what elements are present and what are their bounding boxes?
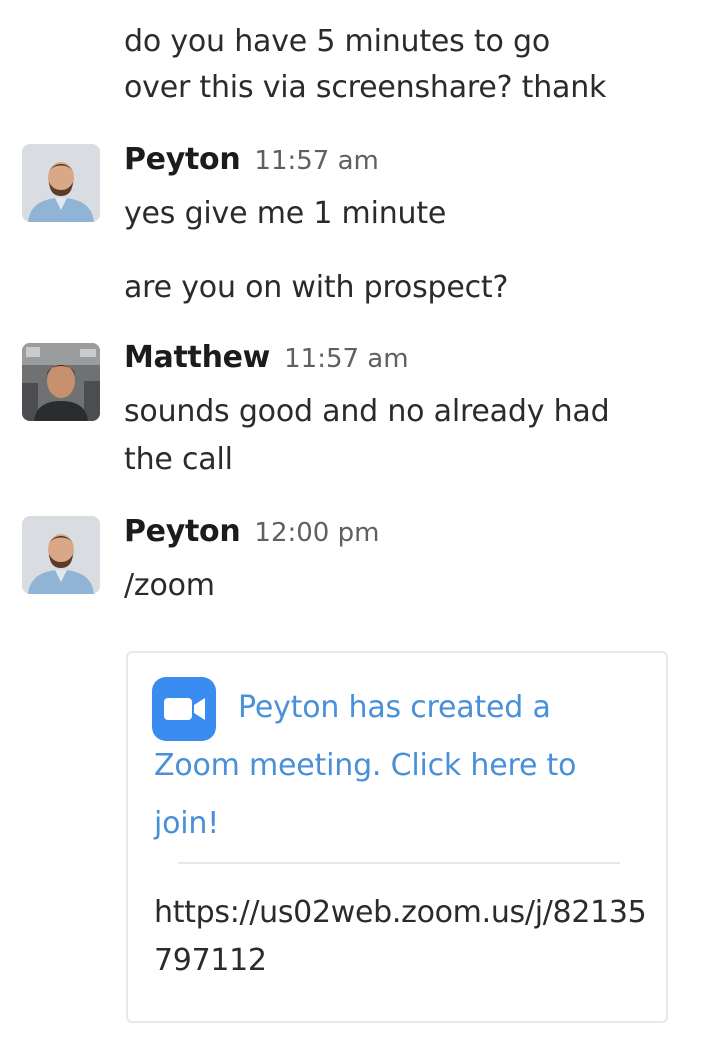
message-timestamp[interactable]: 11:57 am <box>284 344 408 374</box>
message-text-line: sounds good and no already had <box>124 394 610 429</box>
author-name[interactable]: Peyton <box>124 142 241 177</box>
peyton-avatar-image <box>22 144 100 222</box>
message-text-line: do you have 5 minutes to go <box>124 24 550 59</box>
zoom-join-link[interactable]: Peyton has created a Zoom meeting. Click… <box>154 679 634 853</box>
message-timestamp[interactable]: 12:00 pm <box>254 518 379 548</box>
message-text-line: the call <box>124 442 233 477</box>
author-name[interactable]: Matthew <box>124 340 270 375</box>
message-text-line: /zoom <box>124 568 215 603</box>
avatar-matthew[interactable] <box>22 343 100 421</box>
zoom-meeting-card[interactable]: Peyton has created a Zoom meeting. Click… <box>126 651 668 1023</box>
message-text-line: are you on with prospect? <box>124 270 509 305</box>
avatar-peyton[interactable] <box>22 516 100 594</box>
card-divider <box>178 862 620 864</box>
zoom-meeting-url[interactable]: https://us02web.zoom.us/j/82135797112 <box>154 889 654 985</box>
avatar-peyton[interactable] <box>22 144 100 222</box>
message-text-line: yes give me 1 minute <box>124 196 447 231</box>
message-timestamp[interactable]: 11:57 am <box>254 146 378 176</box>
message-text-line: over this via screenshare? thank <box>124 70 607 105</box>
message-header: Peyton 12:00 pm <box>124 514 379 549</box>
peyton-avatar-image <box>22 516 100 594</box>
matthew-avatar-image <box>22 343 100 421</box>
author-name[interactable]: Peyton <box>124 514 241 549</box>
message-header: Matthew 11:57 am <box>124 340 409 375</box>
message-header: Peyton 11:57 am <box>124 142 379 177</box>
